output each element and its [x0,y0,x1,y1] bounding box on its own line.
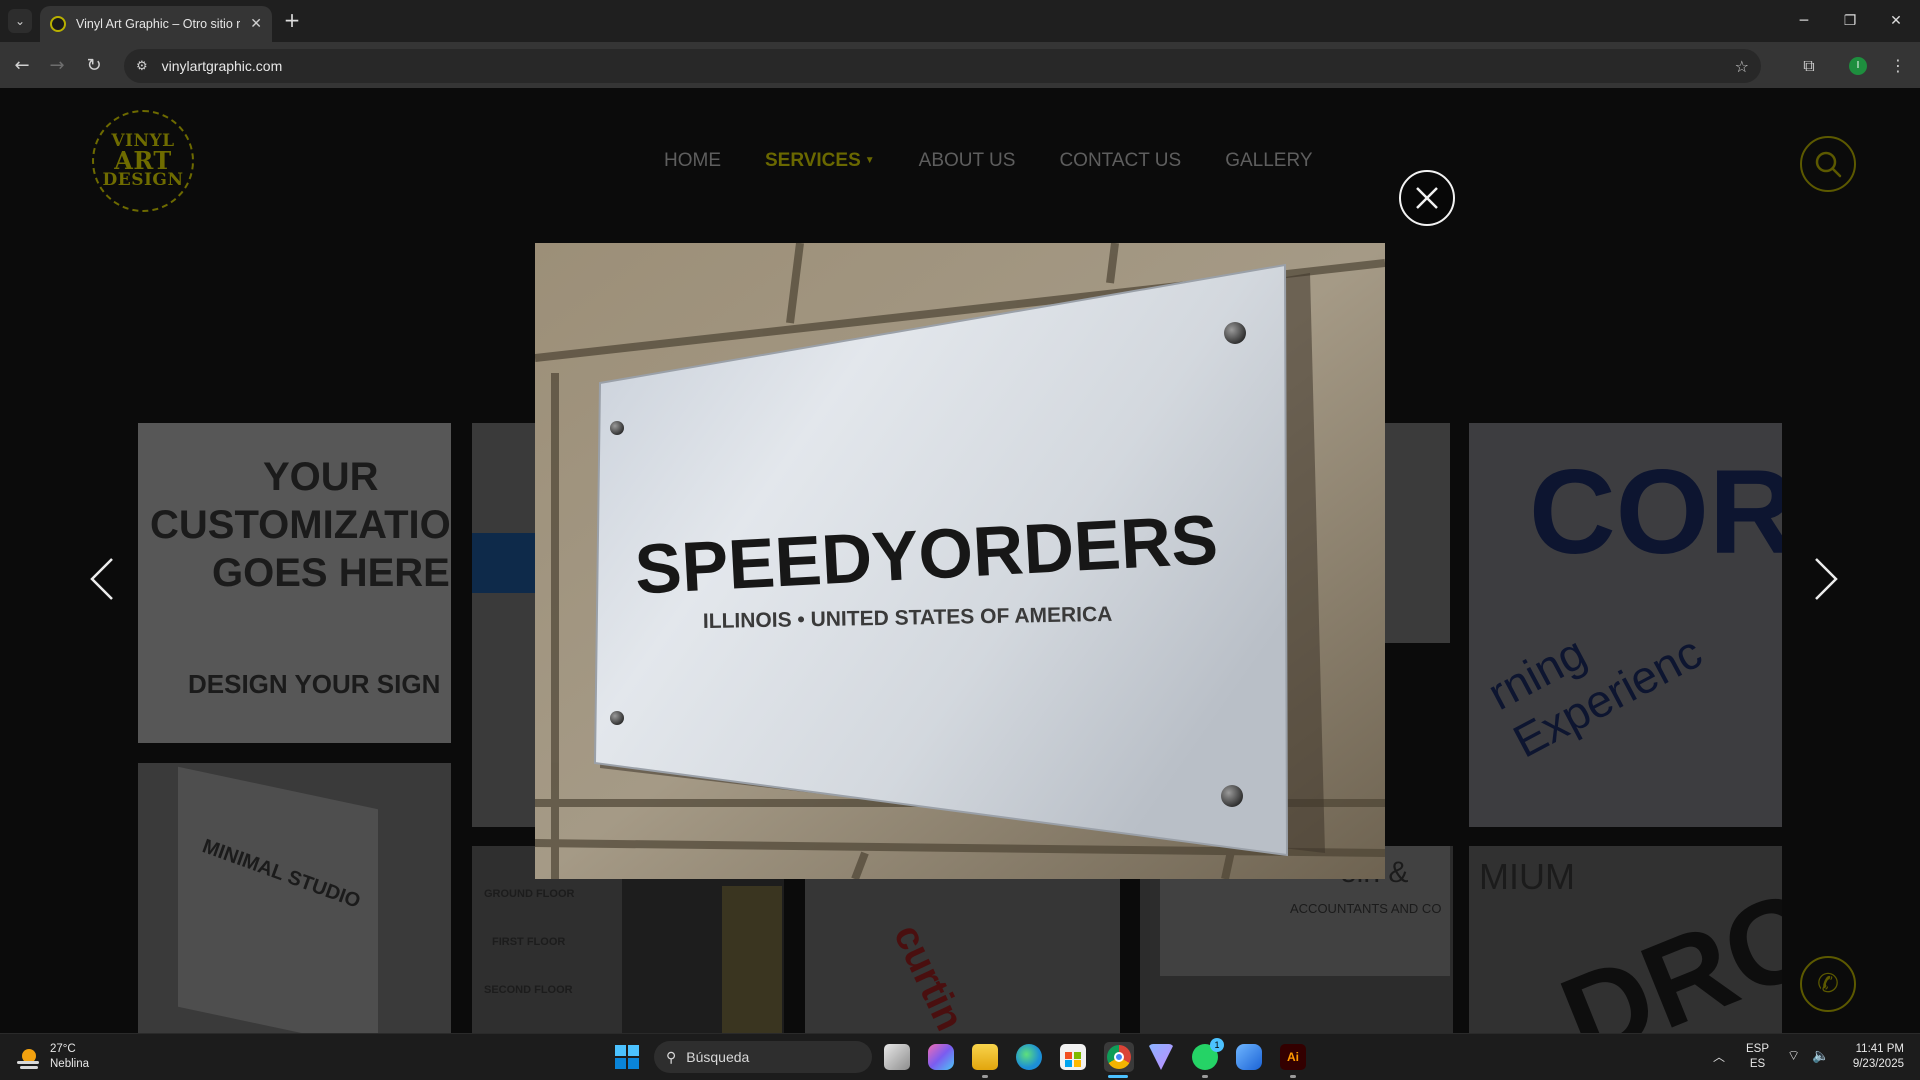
extensions-icon[interactable]: ⧉ [1795,52,1823,80]
weather-widget[interactable]: 27°C Neblina [14,1042,89,1072]
gallery-tile-minimal-studio[interactable]: MINIMAL STUDIO [138,763,451,1033]
task-view-icon[interactable] [884,1044,910,1070]
chevron-down-icon: ▼ [864,155,875,167]
gallery-tile-curtin[interactable]: curtin [805,878,1120,1033]
gallery-tile-learning-experience[interactable]: COR rning Experienc [1469,423,1782,827]
edge-browser-icon[interactable] [1016,1044,1042,1070]
app-running-indicator [982,1075,988,1078]
clock-date: 9/23/2025 [1852,1058,1904,1070]
app-running-indicator [1202,1075,1208,1078]
sign-photo: SPEEDYORDERS ILLINOIS • UNITED STATES OF… [535,243,1385,879]
logo-word-design: DESIGN [102,170,184,191]
lang-secondary: ES [1749,1058,1766,1070]
lightbox-next-button[interactable] [1812,555,1852,615]
tile-text: DRO [1543,862,1782,1033]
search-icon: ⚲ [666,1048,677,1065]
tile-text: MIUM [1479,856,1575,897]
logo-word-art: ART [114,145,172,175]
site-logo[interactable]: VINYL ART DESIGN [92,110,194,212]
tile-graphic [472,533,536,593]
bookmark-star-icon[interactable]: ☆ [1735,57,1749,76]
browser-tab-bar: ⌄ Vinyl Art Graphic – Otro sitio re ✕ + … [0,0,1920,42]
close-window-button[interactable]: ✕ [1882,8,1910,34]
site-navigation: HOME SERVICES ▼ ABOUT US CONTACT US GALLE… [664,150,1313,172]
address-bar[interactable]: ⚙ vinylartgraphic.com ☆ [124,49,1761,83]
whatsapp-app-icon[interactable]: 1 [1192,1038,1224,1070]
browser-toolbar: ← → ↻ ⚙ vinylartgraphic.com ☆ ⧉ I ⋮ [0,42,1920,88]
app-active-indicator [1108,1075,1128,1078]
gallery-tile-blue-logo[interactable] [472,423,536,827]
chrome-taskbar-slot[interactable] [1104,1042,1134,1072]
nav-gallery[interactable]: GALLERY [1225,150,1312,172]
new-tab-button[interactable]: + [282,10,302,30]
search-icon [1815,151,1842,178]
gallery-tile-letters[interactable] [1385,423,1450,643]
lang-primary: ESP [1746,1043,1770,1055]
tile-text: CUSTOMIZATIO [150,503,451,547]
windows-taskbar: 27°C Neblina ⚲ Búsqueda 1 Ai ︿ ESP ES ⌔ [0,1033,1920,1080]
input-language-indicator[interactable]: ESP ES [1746,1042,1769,1072]
windows-start-icon[interactable] [614,1044,640,1070]
taskbar-search-box[interactable]: ⚲ Búsqueda [654,1041,872,1073]
adobe-illustrator-icon[interactable]: Ai [1280,1044,1306,1070]
site-info-icon[interactable]: ⚙ [136,59,148,74]
whatsapp-icon: ✆ [1817,969,1839,999]
tile-text: FIRST FLOOR [492,936,566,948]
chevron-right-icon [1815,558,1838,600]
clock-time: 11:41 PM [1855,1043,1904,1055]
minimize-window-button[interactable]: ─ [1790,8,1818,34]
lightbox-image: SPEEDYORDERS ILLINOIS • UNITED STATES OF… [535,243,1385,879]
gallery-tile-premium[interactable]: MIUM DRO [1469,846,1782,1033]
nav-contact-us[interactable]: CONTACT US [1059,150,1181,172]
browser-tab[interactable]: Vinyl Art Graphic – Otro sitio re ✕ [40,6,272,42]
tile-graphic [722,886,782,1033]
tile-text: SECOND FLOOR [484,984,573,996]
tile-text: YOUR [263,455,379,499]
restore-window-button[interactable]: ❐ [1836,8,1864,34]
lightbox-close-button[interactable] [1399,170,1455,226]
site-favicon-icon [50,16,66,32]
tile-text: GROUND FLOOR [484,888,575,900]
lightbox-previous-button[interactable] [88,555,128,615]
profile-avatar[interactable]: I [1849,57,1867,75]
nav-about-us[interactable]: ABOUT US [919,150,1016,172]
copilot-icon[interactable] [928,1044,954,1070]
tile-text: ACCOUNTANTS AND CO [1290,901,1442,916]
tab-title: Vinyl Art Graphic – Otro sitio re [76,17,241,31]
tab-close-icon[interactable]: ✕ [250,16,262,32]
app-icon-blue[interactable] [1236,1044,1262,1070]
tile-text: GOES HERE [212,551,450,595]
back-button[interactable]: ← [8,52,36,80]
tile-text: DESIGN YOUR SIGN [188,669,441,699]
app-running-indicator [1290,1075,1296,1078]
site-search-button[interactable] [1800,136,1856,192]
weather-temperature: 27°C [50,1043,76,1055]
forward-button[interactable]: → [43,52,71,80]
vpn-app-icon[interactable] [1148,1044,1174,1070]
notification-badge: 1 [1210,1038,1224,1052]
nav-services-wrap[interactable]: SERVICES ▼ [765,150,875,172]
close-icon [1416,187,1438,209]
reload-button[interactable]: ↻ [80,52,108,80]
nav-home[interactable]: HOME [664,150,721,172]
tile-text: curtin [885,918,972,1033]
system-clock[interactable]: 11:41 PM 9/23/2025 [1840,1042,1904,1072]
microsoft-store-icon[interactable] [1060,1044,1086,1070]
chevron-left-icon [90,558,113,600]
file-explorer-icon[interactable] [972,1044,998,1070]
weather-condition: Neblina [50,1058,89,1070]
volume-icon[interactable]: 🔈 [1812,1047,1829,1064]
tab-search-dropdown-icon[interactable]: ⌄ [8,9,32,33]
weather-sun-icon [17,1049,39,1069]
whatsapp-button[interactable]: ✆ [1800,956,1856,1012]
gallery-tile-customization[interactable]: YOUR CUSTOMIZATIO GOES HERE DESIGN YOUR … [138,423,451,743]
network-icon[interactable]: ⌔ [1787,1047,1800,1065]
address-url: vinylartgraphic.com [161,58,283,74]
nav-services[interactable]: SERVICES [765,150,861,171]
show-hidden-icons-chevron-up-icon[interactable]: ︿ [1713,1048,1725,1065]
taskbar-search-placeholder: Búsqueda [686,1049,750,1065]
browser-menu-icon[interactable]: ⋮ [1884,52,1912,80]
